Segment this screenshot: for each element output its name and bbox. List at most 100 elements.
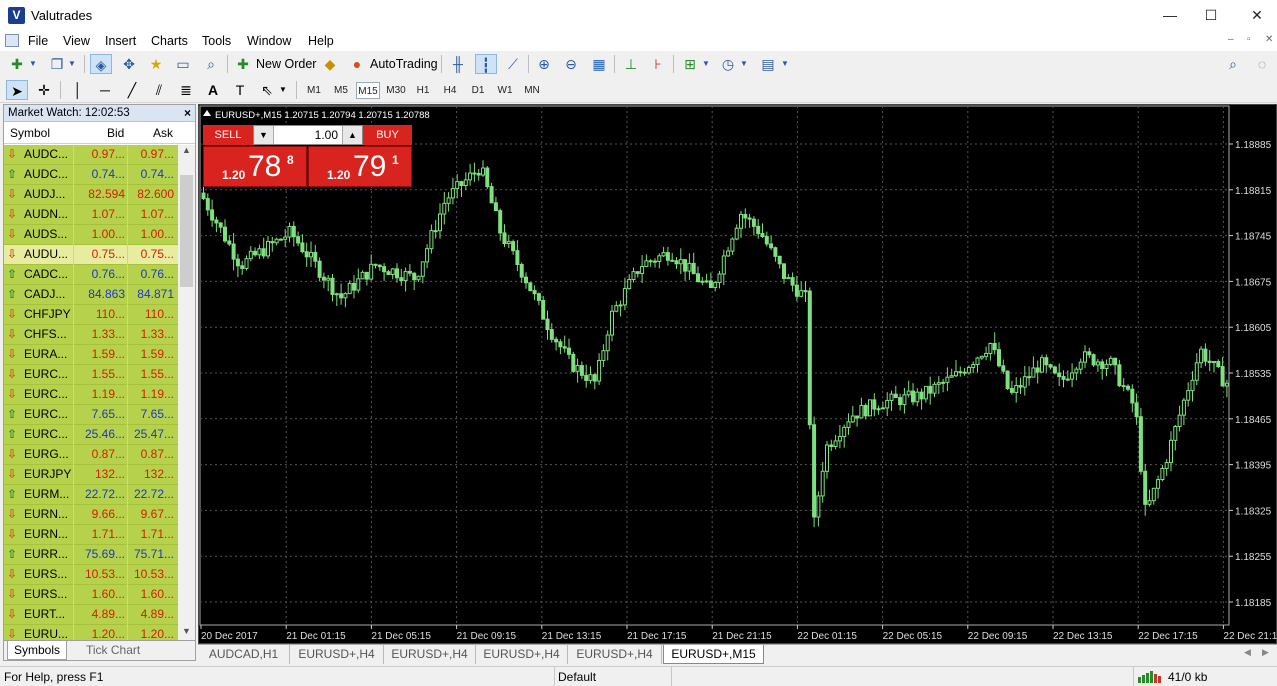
- candlestick-icon[interactable]: ┇: [475, 54, 497, 74]
- navigator-icon[interactable]: ★: [145, 54, 167, 74]
- list-item[interactable]: ⇧ EURM... 22.72... 22.72...: [4, 485, 178, 505]
- list-item[interactable]: ⇩ CHFS... 1.33... 1.33...: [4, 325, 178, 345]
- timeframe-d1[interactable]: D1: [466, 82, 490, 99]
- column-bid[interactable]: Bid: [107, 126, 124, 140]
- list-item[interactable]: ⇩ AUDN... 1.07... 1.07...: [4, 205, 178, 225]
- menu-insert[interactable]: Insert: [105, 34, 136, 48]
- list-item[interactable]: ⇩ EURJPY+ 132... 132...: [4, 465, 178, 485]
- chart-tab-eurusd-h4-4[interactable]: EURUSD+,H4: [568, 645, 662, 664]
- tabs-left-icon[interactable]: ◀: [1244, 647, 1251, 658]
- timeframe-h1[interactable]: H1: [411, 82, 435, 99]
- new-order-icon[interactable]: ✚: [232, 54, 254, 74]
- trendline-icon[interactable]: ╱: [121, 80, 143, 100]
- list-item[interactable]: ⇧ EURR... 75.69... 75.71...: [4, 545, 178, 565]
- equidistant-channel-icon[interactable]: ⫽: [148, 80, 170, 100]
- list-item[interactable]: ⇩ AUDS... 1.00... 1.00...: [4, 225, 178, 245]
- chart-tab-eurusd-h4-2[interactable]: EURUSD+,H4: [384, 645, 476, 664]
- document-menu-icon[interactable]: [5, 34, 19, 47]
- list-item[interactable]: ⇩ AUDJ... 82.594 82.600: [4, 185, 178, 205]
- bar-chart-icon[interactable]: ╫: [447, 54, 469, 74]
- text-icon[interactable]: A: [202, 80, 224, 100]
- profiles-dropdown-icon[interactable]: ▼: [66, 54, 78, 74]
- list-item[interactable]: ⇩ EURN... 1.71... 1.71...: [4, 525, 178, 545]
- line-chart-icon[interactable]: ⟋: [502, 54, 524, 74]
- indicators-icon[interactable]: ⊞: [679, 54, 701, 74]
- tabs-right-icon[interactable]: ▶: [1262, 647, 1269, 658]
- timeframe-w1[interactable]: W1: [493, 82, 517, 99]
- metaeditor-icon[interactable]: ◆: [319, 54, 341, 74]
- chart-tab-audcad-h1[interactable]: AUDCAD,H1: [198, 645, 290, 664]
- list-item[interactable]: ⇩ AUDU... 0.75... 0.75...: [4, 245, 178, 265]
- buy-button[interactable]: BUY: [363, 125, 412, 145]
- mdi-close-icon[interactable]: ✕: [1265, 34, 1273, 45]
- chart-shift-icon[interactable]: ⊦: [647, 54, 669, 74]
- autotrading-icon[interactable]: ●: [346, 54, 368, 74]
- menu-charts[interactable]: Charts: [151, 34, 188, 48]
- column-symbol[interactable]: Symbol: [10, 126, 50, 140]
- mdi-minimize-icon[interactable]: –: [1228, 34, 1234, 45]
- new-order-button[interactable]: New Order: [256, 55, 316, 73]
- indicators-dropdown-icon[interactable]: ▼: [700, 54, 712, 74]
- vertical-line-icon[interactable]: │: [67, 80, 89, 100]
- list-item[interactable]: ⇧ CADJ... 84.863 84.871: [4, 285, 178, 305]
- timeframe-h4[interactable]: H4: [438, 82, 462, 99]
- buy-price-button[interactable]: 1.20 79 1: [308, 146, 412, 187]
- autotrading-button[interactable]: AutoTrading: [370, 55, 438, 73]
- data-window-icon[interactable]: ✥: [118, 54, 140, 74]
- menu-file[interactable]: File: [28, 34, 48, 48]
- arrows-icon[interactable]: ⇖: [256, 80, 278, 100]
- list-item[interactable]: ⇩ EURS... 10.53... 10.53...: [4, 565, 178, 585]
- chart-tab-eurusd-h4-1[interactable]: EURUSD+,H4: [290, 645, 384, 664]
- timeframe-mn[interactable]: MN: [520, 82, 544, 99]
- list-item[interactable]: ⇧ CADC... 0.76... 0.76...: [4, 265, 178, 285]
- arrows-dropdown-icon[interactable]: ▼: [277, 80, 289, 100]
- menu-view[interactable]: View: [63, 34, 90, 48]
- list-item[interactable]: ⇩ EURA... 1.59... 1.59...: [4, 345, 178, 365]
- cursor-icon[interactable]: ➤: [6, 80, 28, 100]
- sell-button[interactable]: SELL: [203, 125, 253, 145]
- list-item[interactable]: ⇩ EURS... 1.60... 1.60...: [4, 585, 178, 605]
- timeframe-m1[interactable]: M1: [302, 82, 326, 99]
- list-item[interactable]: ⇩ EURT... 4.89... 4.89...: [4, 605, 178, 625]
- mdi-restore-icon[interactable]: ▫: [1247, 34, 1251, 45]
- tile-windows-icon[interactable]: ▦: [588, 54, 610, 74]
- zoom-in-icon[interactable]: ⊕: [533, 54, 555, 74]
- column-ask[interactable]: Ask: [153, 126, 173, 140]
- fibonacci-icon[interactable]: ≣: [175, 80, 197, 100]
- minimize-button[interactable]: —: [1147, 0, 1193, 31]
- menu-window[interactable]: Window: [247, 34, 291, 48]
- list-item[interactable]: ⇩ CHFJPY+ 110... 110...: [4, 305, 178, 325]
- close-icon[interactable]: ×: [184, 105, 191, 122]
- market-watch-scrollbar[interactable]: ▲ ▼: [178, 145, 195, 640]
- chart-tab-eurusd-m15[interactable]: EURUSD+,M15: [663, 645, 764, 664]
- lot-size-stepper[interactable]: ▼ 1.00 ▲: [253, 125, 363, 145]
- templates-dropdown-icon[interactable]: ▼: [779, 54, 791, 74]
- scroll-thumb[interactable]: [180, 175, 193, 287]
- profiles-icon[interactable]: ❐: [46, 54, 68, 74]
- list-item[interactable]: ⇩ EURG... 0.87... 0.87...: [4, 445, 178, 465]
- timeframe-m15[interactable]: M15: [356, 82, 380, 99]
- list-item[interactable]: ⇩ EURC... 1.19... 1.19...: [4, 385, 178, 405]
- lot-decrease-icon[interactable]: ▼: [254, 126, 274, 144]
- market-watch-icon[interactable]: ◈: [90, 54, 112, 74]
- new-chart-icon[interactable]: ✚: [6, 54, 28, 74]
- list-item[interactable]: ⇩ EURN... 9.66... 9.67...: [4, 505, 178, 525]
- crosshair-icon[interactable]: ✛: [33, 80, 55, 100]
- menu-tools[interactable]: Tools: [202, 34, 231, 48]
- chat-icon[interactable]: ◌: [1251, 54, 1273, 74]
- list-item[interactable]: ⇩ AUDC... 0.97... 0.97...: [4, 145, 178, 165]
- text-label-icon[interactable]: T: [229, 80, 251, 100]
- maximize-button[interactable]: ☐: [1188, 0, 1234, 31]
- sell-price-button[interactable]: 1.20 78 8: [203, 146, 307, 187]
- scroll-up-icon[interactable]: ▲: [178, 145, 195, 159]
- zoom-out-icon[interactable]: ⊖: [560, 54, 582, 74]
- close-button[interactable]: ✕: [1234, 0, 1277, 31]
- lot-size-input[interactable]: 1.00: [274, 126, 342, 144]
- timeframe-m30[interactable]: M30: [384, 82, 408, 99]
- list-item[interactable]: ⇩ EURC... 1.55... 1.55...: [4, 365, 178, 385]
- list-item[interactable]: ⇧ EURC... 25.46... 25.47...: [4, 425, 178, 445]
- strategy-tester-icon[interactable]: ⌕: [200, 54, 222, 74]
- new-chart-dropdown-icon[interactable]: ▼: [27, 54, 39, 74]
- periods-icon[interactable]: ◷: [717, 54, 739, 74]
- list-item[interactable]: ⇧ AUDC... 0.74... 0.74...: [4, 165, 178, 185]
